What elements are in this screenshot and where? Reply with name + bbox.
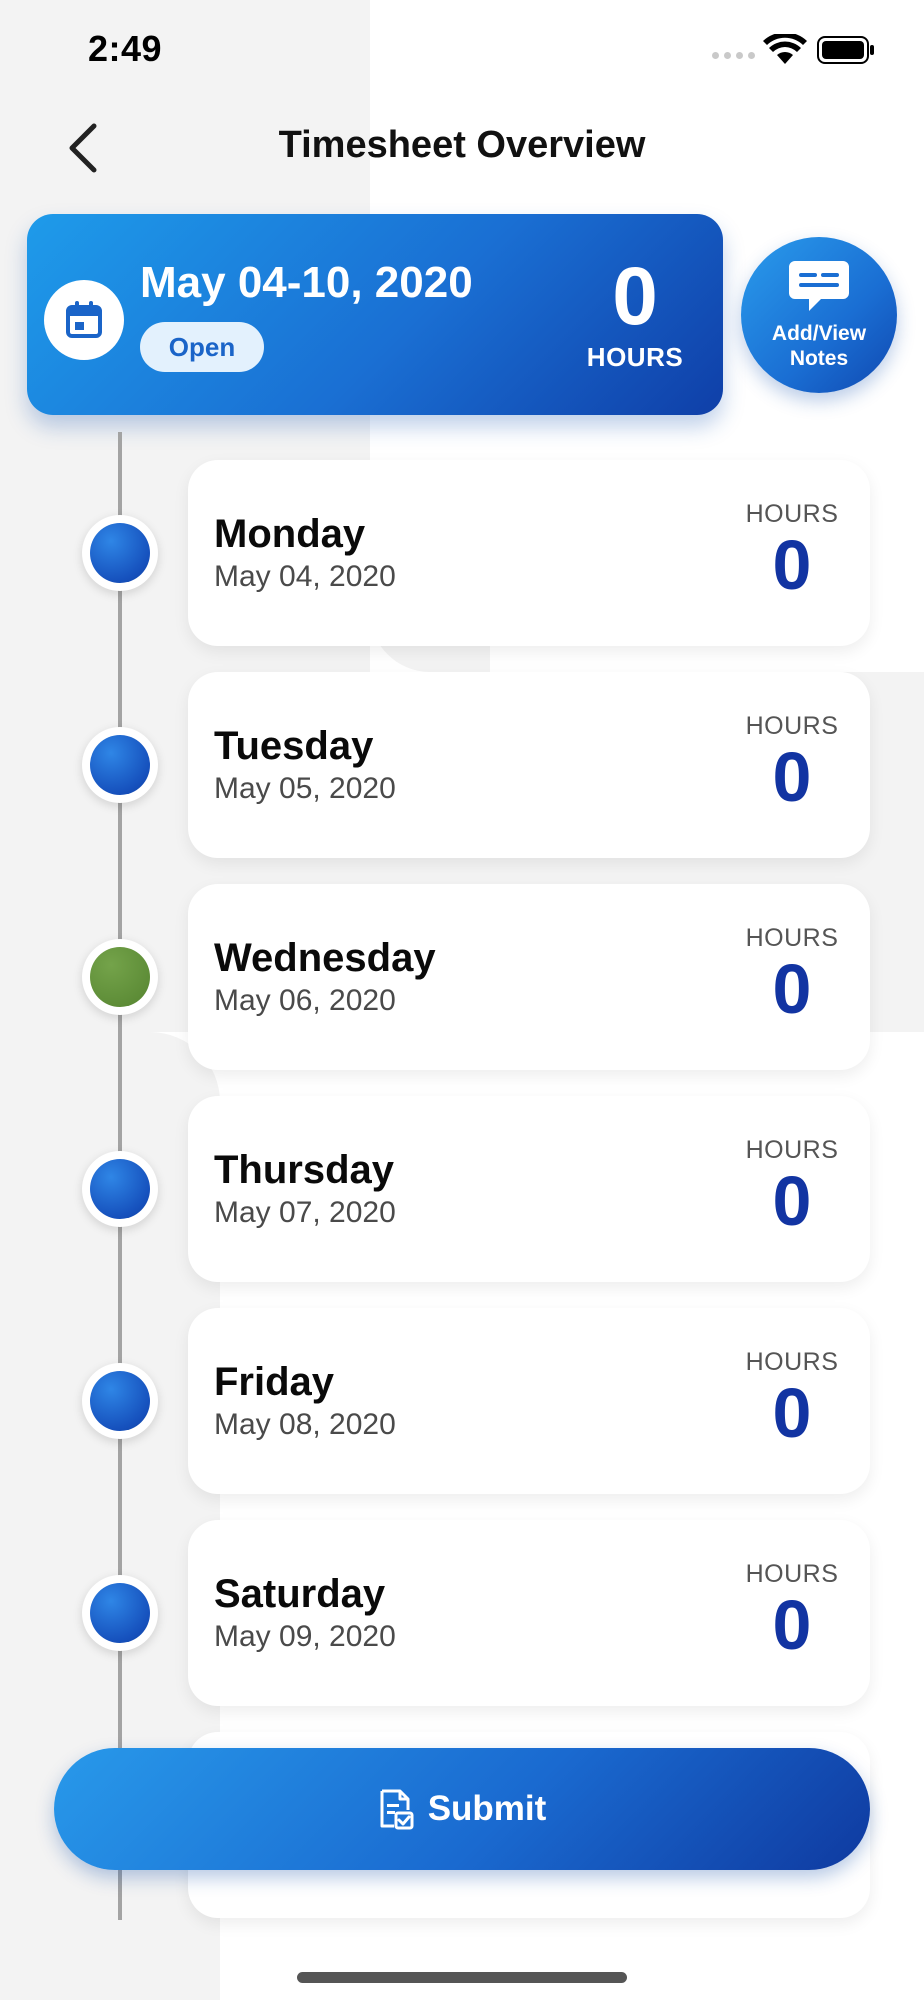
notes-label-line1: Add/View (771, 322, 867, 345)
week-summary-card: May 04-10, 2020 Open 0 HOURS (27, 214, 723, 415)
day-hours-value: 0 (772, 950, 812, 1028)
timeline-dot-wednesday (82, 939, 158, 1015)
day-date: May 09, 2020 (214, 1620, 396, 1653)
status-time: 2:49 (88, 28, 163, 69)
day-name: Friday (214, 1360, 335, 1404)
day-date: May 05, 2020 (214, 772, 396, 805)
day-date: May 08, 2020 (214, 1408, 396, 1441)
week-total-hours: 0 (612, 251, 658, 342)
wifi-icon (763, 34, 807, 64)
status-bar: 2:49 (0, 0, 924, 100)
submit-button[interactable]: Submit (54, 1748, 870, 1870)
day-card-friday[interactable]: Friday May 08, 2020 HOURS 0 (188, 1308, 870, 1494)
day-hours-label: HOURS (745, 500, 839, 528)
day-hours-label: HOURS (745, 1560, 839, 1588)
day-name: Saturday (214, 1572, 386, 1616)
submit-label: Submit (427, 1789, 547, 1828)
day-date: May 07, 2020 (214, 1196, 396, 1229)
calendar-icon (66, 301, 102, 338)
day-hours-value: 0 (772, 1586, 812, 1664)
home-indicator (297, 1972, 627, 1983)
notes-button-label: Add/View Notes (741, 321, 897, 371)
timeline-dot-thursday (82, 1151, 158, 1227)
day-name: Wednesday (214, 936, 436, 980)
day-hours-label: HOURS (745, 924, 839, 952)
battery-icon (817, 36, 874, 64)
day-card-thursday[interactable]: Thursday May 07, 2020 HOURS 0 (188, 1096, 870, 1282)
day-name: Thursday (214, 1148, 395, 1192)
week-hours-label: HOURS (586, 342, 684, 372)
timeline-dot-friday (82, 1363, 158, 1439)
day-card-wednesday[interactable]: Wednesday May 06, 2020 HOURS 0 (188, 884, 870, 1070)
page-title: Timesheet Overview (278, 124, 646, 166)
calendar-badge (44, 280, 124, 360)
day-hours-value: 0 (772, 1374, 812, 1452)
week-range: May 04-10, 2020 (140, 258, 473, 307)
day-card-monday[interactable]: Monday May 04, 2020 HOURS 0 (188, 460, 870, 646)
chat-bubble-icon (789, 261, 849, 311)
timeline-dot-tuesday (82, 727, 158, 803)
add-view-notes-button[interactable]: Add/View Notes (741, 237, 897, 393)
timeline-dot-monday (82, 515, 158, 591)
timeline-dot-saturday (82, 1575, 158, 1651)
day-hours-label: HOURS (745, 1348, 839, 1376)
day-hours-value: 0 (772, 526, 812, 604)
day-hours-label: HOURS (745, 712, 839, 740)
day-card-tuesday[interactable]: Tuesday May 05, 2020 HOURS 0 (188, 672, 870, 858)
day-hours-label: HOURS (745, 1136, 839, 1164)
day-date: May 06, 2020 (214, 984, 396, 1017)
day-hours-value: 0 (772, 738, 812, 816)
status-badge: Open (140, 322, 264, 372)
day-name: Monday (214, 512, 366, 556)
signal-icon (712, 52, 755, 59)
day-date: May 04, 2020 (214, 560, 396, 593)
document-check-icon (380, 1789, 414, 1830)
day-hours-value: 0 (772, 1162, 812, 1240)
day-name: Tuesday (214, 724, 374, 768)
notes-label-line2: Notes (789, 347, 849, 371)
day-card-saturday[interactable]: Saturday May 09, 2020 HOURS 0 (188, 1520, 870, 1706)
